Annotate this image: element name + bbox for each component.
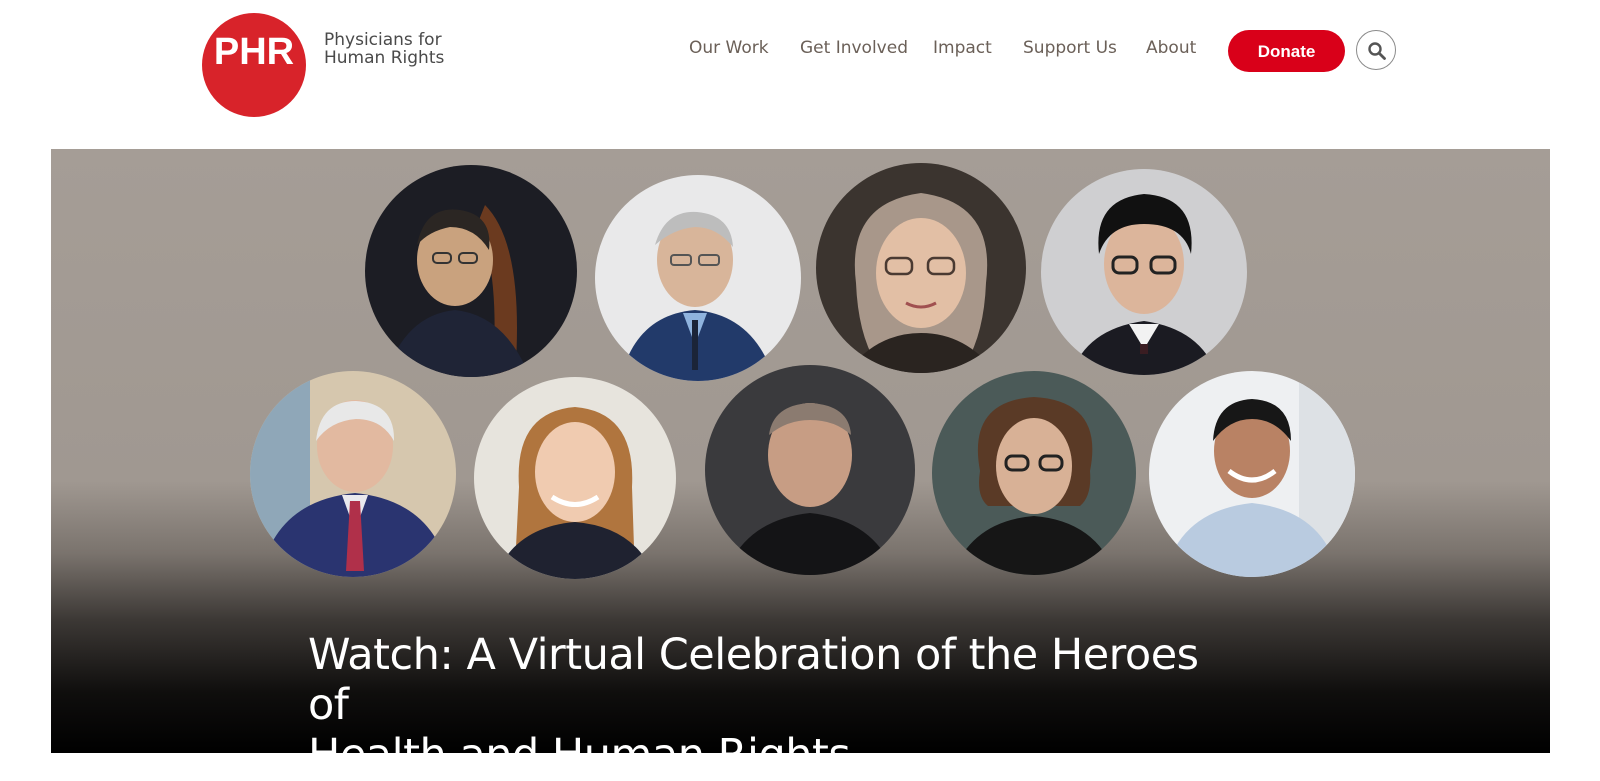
donate-button[interactable]: Donate [1228, 30, 1345, 72]
portrait-photo [816, 163, 1026, 373]
hero-title[interactable]: Watch: A Virtual Celebration of the Hero… [308, 630, 1208, 753]
search-icon [1368, 42, 1386, 60]
hero-banner[interactable]: Watch: A Virtual Celebration of the Hero… [51, 149, 1550, 753]
nav-item-impact[interactable]: Impact [933, 38, 992, 58]
nav-item-get-involved[interactable]: Get Involved [800, 38, 908, 58]
portrait-photo [365, 165, 577, 377]
portrait-photo [932, 371, 1136, 575]
hero-title-line-1: Watch: A Virtual Celebration of the Hero… [308, 629, 1199, 730]
nav-item-our-work[interactable]: Our Work [689, 38, 769, 58]
portrait-photo [1149, 371, 1355, 577]
portrait-photo [1041, 169, 1247, 375]
nav-item-support-us[interactable]: Support Us [1023, 38, 1117, 58]
site-header: PHR Physicians for Human Rights Our Work… [0, 0, 1600, 145]
portrait-photo [474, 377, 676, 579]
nav-item-about[interactable]: About [1146, 38, 1196, 58]
portrait-photo [705, 365, 915, 575]
phr-logo[interactable]: PHR [202, 13, 306, 117]
portrait-photo [250, 371, 456, 577]
search-button[interactable] [1356, 30, 1396, 70]
hero-title-line-2: Health and Human Rights [308, 730, 851, 753]
portrait-photo [595, 175, 801, 381]
